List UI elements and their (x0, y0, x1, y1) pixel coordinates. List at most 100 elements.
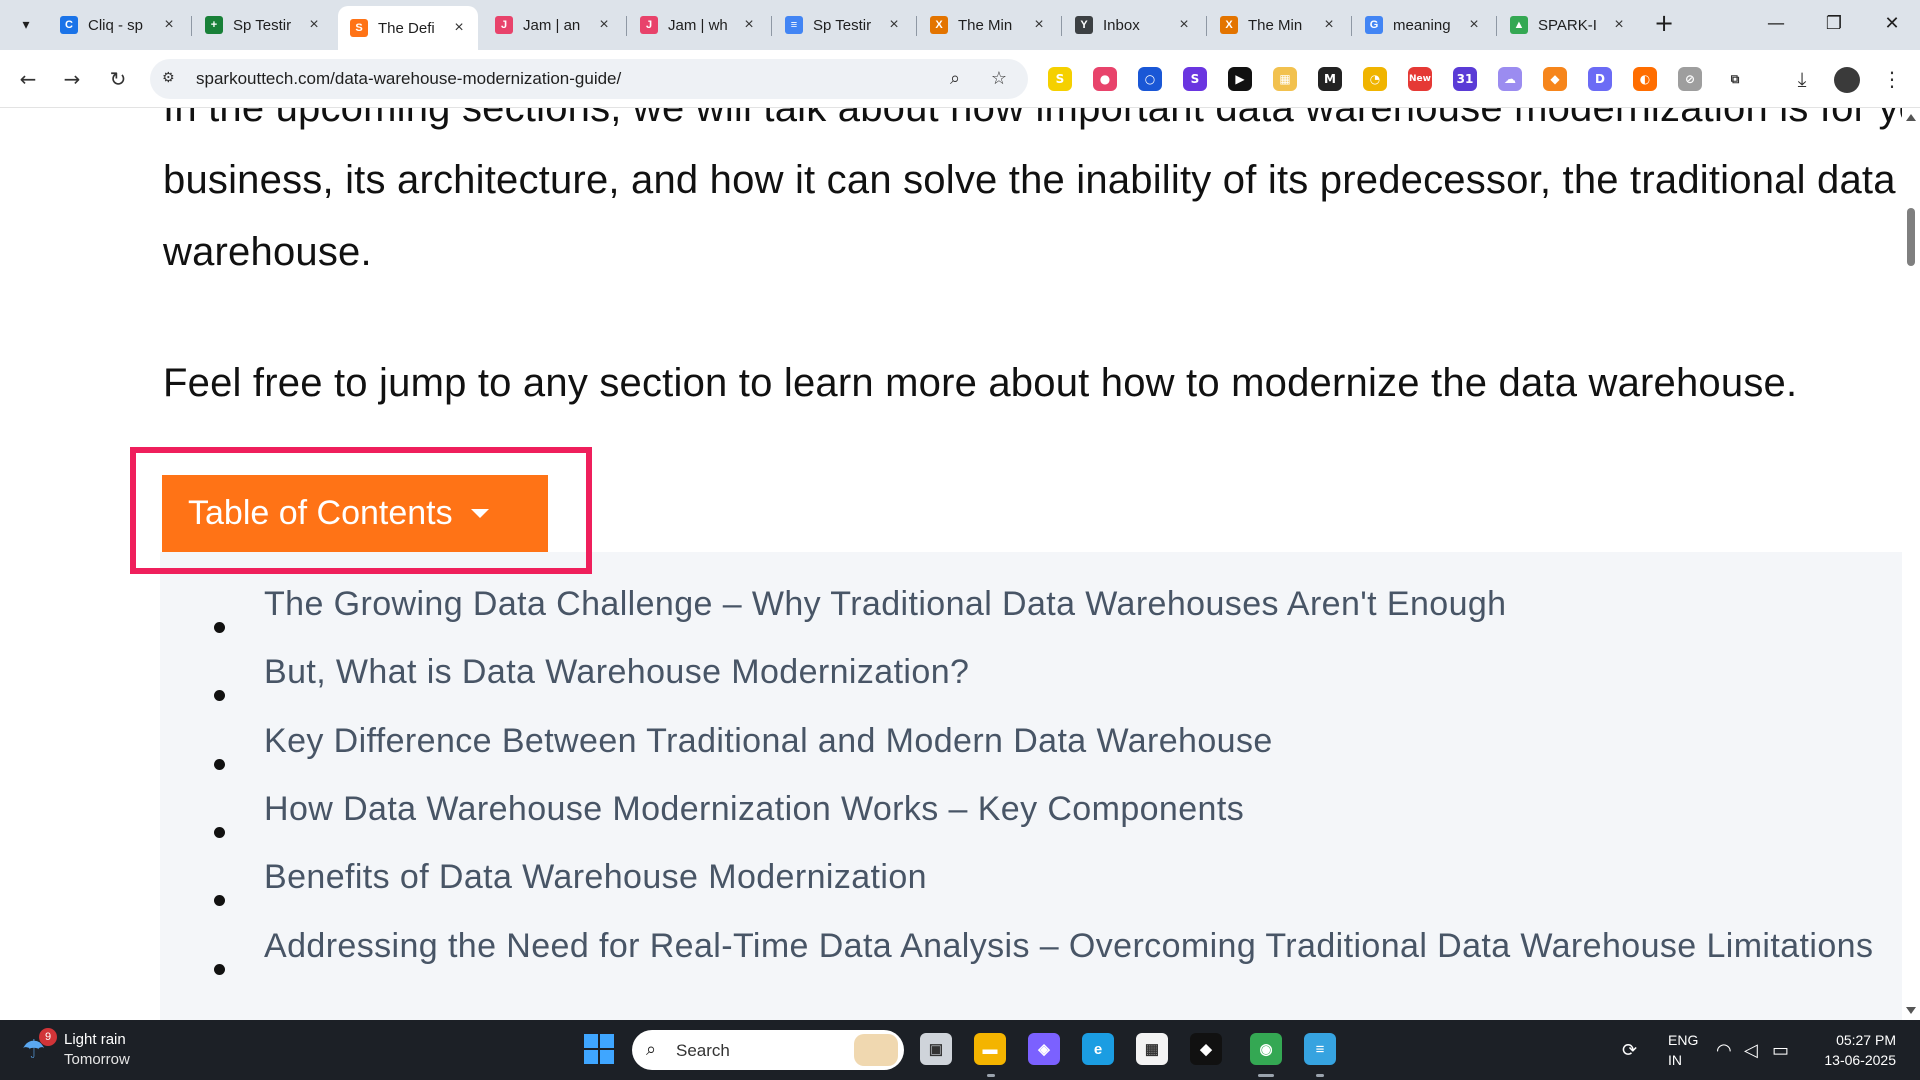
tab-strip: ▾ C Cliq - sp × + Sp Testir × S The Defi × J Jam |… (0, 0, 1920, 50)
bullet-icon (214, 895, 225, 906)
toc-link[interactable]: The Growing Data Challenge – Why Traditi… (264, 585, 1507, 624)
chrome-icon[interactable]: ◉ (1250, 1033, 1282, 1065)
media-extension-icon[interactable]: M (1318, 67, 1342, 91)
tab-close-icon[interactable]: × (1465, 16, 1483, 34)
file-explorer-icon[interactable]: ▬ (974, 1033, 1006, 1065)
tab-close-icon[interactable]: × (1610, 16, 1628, 34)
store-icon[interactable]: ▦ (1136, 1033, 1168, 1065)
start-button[interactable] (584, 1034, 614, 1064)
tab-5[interactable]: J Jam | wh × (628, 6, 768, 44)
jam-extension-icon[interactable]: ● (1093, 67, 1117, 91)
d-extension-icon[interactable]: D (1588, 67, 1612, 91)
tab-close-icon[interactable]: × (1320, 16, 1338, 34)
new-extension-icon[interactable]: New (1408, 67, 1432, 91)
tab-9[interactable]: X The Min × (1208, 6, 1348, 44)
page-scrollbar[interactable] (1902, 108, 1920, 1020)
tab-7[interactable]: X The Min × (918, 6, 1058, 44)
battery-icon[interactable]: ▭ (1772, 1040, 1789, 1061)
puzzle-extension-icon[interactable]: ⧉ (1723, 67, 1747, 91)
clock-time[interactable]: 05:27 PM (1836, 1032, 1896, 1048)
tab-search-chevron-icon[interactable]: ▾ (10, 9, 42, 41)
reload-button[interactable]: ↻ (102, 63, 134, 95)
wifi-icon[interactable]: ◠ (1716, 1040, 1732, 1061)
page-viewport: In the upcoming sections, we will talk a… (0, 108, 1902, 1020)
maximize-button[interactable]: ❐ (1814, 8, 1854, 40)
tab-close-icon[interactable]: × (595, 16, 613, 34)
scroll-down-arrow-icon[interactable] (1906, 1007, 1916, 1014)
tab-close-icon[interactable]: × (160, 16, 178, 34)
search-icon: ⌕ (646, 1039, 657, 1059)
toc-link[interactable]: But, What is Data Warehouse Modernizatio… (264, 653, 969, 692)
table-of-contents-button[interactable]: Table of Contents (162, 475, 548, 552)
minimize-button[interactable]: — (1756, 8, 1796, 40)
tab-close-icon[interactable]: × (1030, 16, 1048, 34)
toc-panel: The Growing Data Challenge – Why Traditi… (160, 552, 1902, 1020)
tab-title: The Min (958, 16, 1013, 34)
gauge-extension-icon[interactable]: ◔ (1363, 67, 1387, 91)
tab-4[interactable]: J Jam | an × (483, 6, 623, 44)
compass-extension-icon[interactable]: ⊘ (1678, 67, 1702, 91)
weather-when[interactable]: Tomorrow (64, 1051, 130, 1068)
yellow-extension-icon[interactable]: ▦ (1273, 67, 1297, 91)
tab-6[interactable]: ≡ Sp Testir × (773, 6, 913, 44)
toc-link[interactable]: How Data Warehouse Modernization Works –… (264, 790, 1244, 829)
forward-button[interactable]: → (56, 63, 88, 95)
tab-2[interactable]: + Sp Testir × (193, 6, 333, 44)
tab-close-icon[interactable]: × (450, 19, 468, 37)
calendar-extension-icon[interactable]: 31 (1453, 67, 1477, 91)
tab-separator (1351, 16, 1352, 36)
language-region[interactable]: IN (1668, 1052, 1682, 1068)
back-button[interactable]: ← (12, 63, 44, 95)
toc-link[interactable]: Addressing the Need for Real-Time Data A… (264, 927, 1873, 966)
play-extension-icon[interactable]: ▶ (1228, 67, 1252, 91)
s-blue-extension-icon[interactable]: S (1183, 67, 1207, 91)
jam-icon: J (495, 16, 513, 34)
tab-close-icon[interactable]: × (885, 16, 903, 34)
task-view-icon[interactable]: ▣ (920, 1033, 952, 1065)
circle-extension-icon[interactable]: ○ (1138, 67, 1162, 91)
close-window-button[interactable]: ✕ (1872, 8, 1912, 40)
caret-down-icon (470, 509, 489, 518)
search-highlight-image (854, 1034, 898, 1066)
s-extension-icon[interactable]: S (1048, 67, 1072, 91)
tab-close-icon[interactable]: × (740, 16, 758, 34)
chrome-menu-icon[interactable]: ⋮ (1876, 63, 1908, 95)
scroll-up-arrow-icon[interactable] (1906, 114, 1916, 121)
toc-link[interactable]: Benefits of Data Warehouse Modernization (264, 858, 927, 897)
scrollbar-thumb[interactable] (1907, 208, 1915, 266)
volume-icon[interactable]: ◁ (1744, 1040, 1758, 1061)
language-code[interactable]: ENG (1668, 1032, 1698, 1048)
x-icon: X (930, 16, 948, 34)
edge-icon[interactable]: e (1082, 1033, 1114, 1065)
copilot-icon[interactable]: ◈ (1028, 1033, 1060, 1065)
tab-1[interactable]: C Cliq - sp × (48, 6, 188, 44)
address-bar[interactable]: ⚙ sparkouttech.com/data-warehouse-modern… (150, 59, 1028, 99)
tab-close-icon[interactable]: × (305, 16, 323, 34)
profile-avatar[interactable] (1834, 67, 1860, 93)
tab-close-icon[interactable]: × (1175, 16, 1193, 34)
url-text[interactable]: sparkouttech.com/data-warehouse-moderniz… (196, 69, 621, 89)
tab-8[interactable]: Y Inbox × (1063, 6, 1203, 44)
weather-condition[interactable]: Light rain (64, 1031, 126, 1048)
orange-extension-icon[interactable]: ◐ (1633, 67, 1657, 91)
tab-separator (916, 16, 917, 36)
metamask-extension-icon[interactable]: ◆ (1543, 67, 1567, 91)
notepad-icon[interactable]: ≡ (1304, 1033, 1336, 1065)
new-tab-button[interactable]: + (1650, 10, 1678, 38)
clock-date[interactable]: 13-06-2025 (1824, 1052, 1896, 1068)
tab-separator (771, 16, 772, 36)
bookmark-star-icon[interactable]: ☆ (988, 68, 1010, 90)
tab-11[interactable]: ▲ SPARK-I × (1498, 6, 1638, 44)
tab-separator (1206, 16, 1207, 36)
running-indicator (987, 1074, 995, 1077)
taskbar-search[interactable]: ⌕ Search (632, 1030, 904, 1070)
zoom-icon[interactable]: ⌕ (944, 68, 966, 90)
binance-icon[interactable]: ◆ (1190, 1033, 1222, 1065)
download-icon[interactable]: ⤓ (1786, 63, 1818, 95)
tab-3[interactable]: S The Defi × (338, 6, 478, 50)
tab-10[interactable]: Gmeaning × (1353, 6, 1493, 44)
toc-link[interactable]: Key Difference Between Traditional and M… (264, 722, 1273, 761)
site-info-icon[interactable]: ⚙ (162, 70, 180, 88)
sync-icon[interactable]: ⟳ (1622, 1040, 1637, 1061)
cloud-extension-icon[interactable]: ☁ (1498, 67, 1522, 91)
